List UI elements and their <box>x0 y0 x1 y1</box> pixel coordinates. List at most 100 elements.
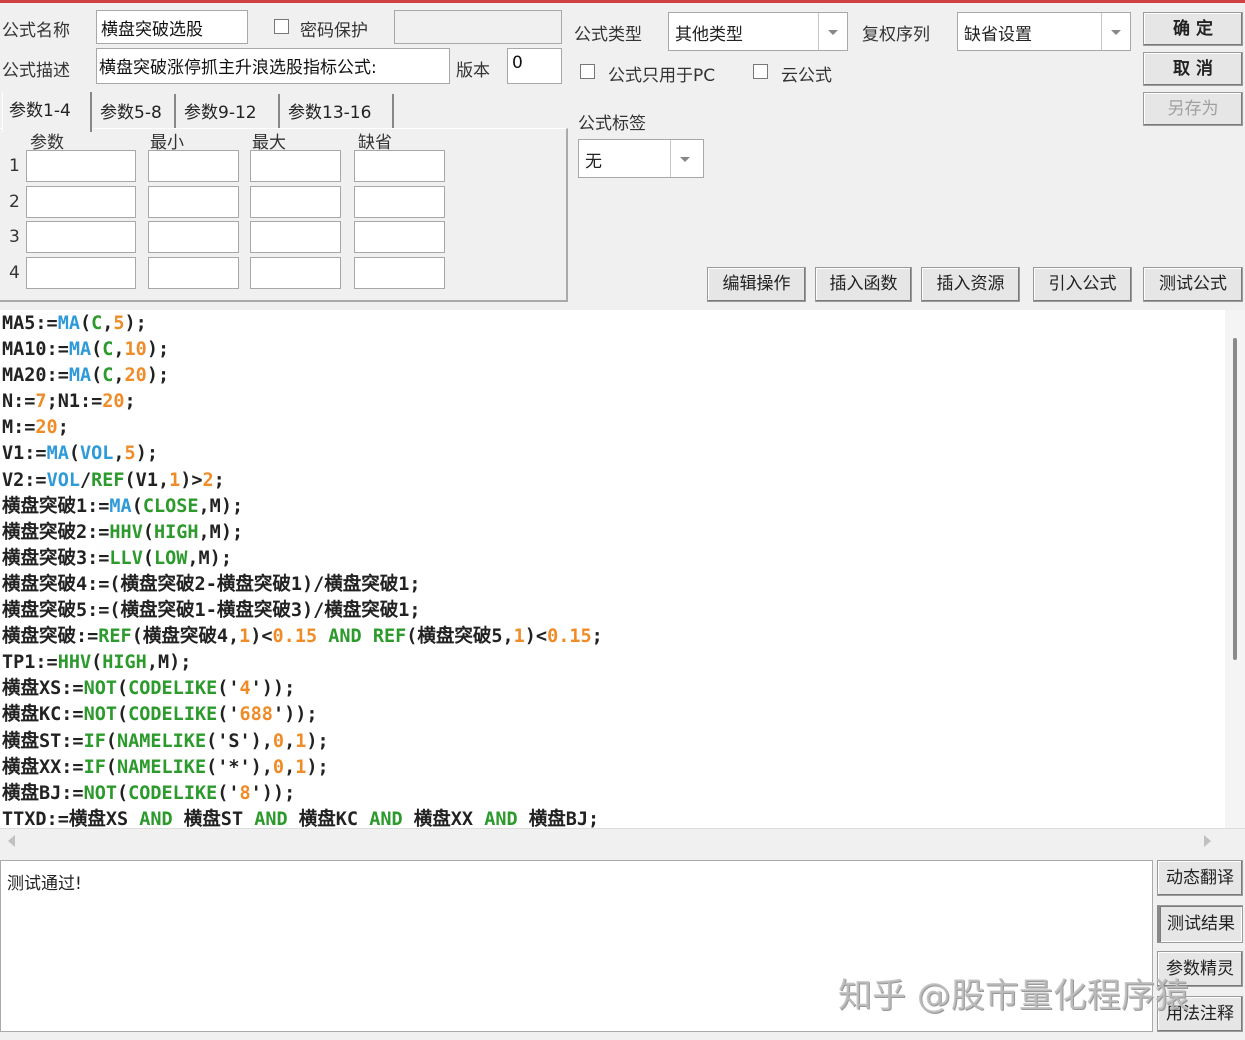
param-max-input-4[interactable] <box>250 256 341 289</box>
window-top-border <box>0 0 1245 3</box>
param-default-input-4[interactable] <box>354 256 445 289</box>
param-min-input-4[interactable] <box>148 256 239 289</box>
param-name-input-3[interactable] <box>26 221 136 253</box>
literal-token: 4 <box>239 678 251 700</box>
chevron-down-icon[interactable] <box>670 140 703 177</box>
chevron-down-icon[interactable] <box>1101 13 1130 50</box>
insert-resource-button[interactable]: 插入资源 <box>921 267 1020 302</box>
keyword-token: AND <box>328 626 362 648</box>
param-name-input-4[interactable] <box>26 256 136 289</box>
keyword-token: LOW <box>153 547 188 569</box>
code-line: 横盘KC:=NOT(CODELIKE('688')); <box>2 702 603 728</box>
text-token: , <box>284 756 296 778</box>
text-token: V1:= <box>2 443 47 465</box>
param-row-number: 3 <box>9 227 20 247</box>
code-line: 横盘突破3:=LLV(LOW,M); <box>2 546 603 572</box>
formula-name-input[interactable]: 横盘突破选股 <box>96 10 248 44</box>
test-formula-button[interactable]: 测试公式 <box>1143 267 1243 302</box>
text-token: ( <box>79 313 92 334</box>
text-token: 横盘BJ:= <box>2 782 84 804</box>
keyword-token: NOT <box>83 704 117 726</box>
literal-token: 1 <box>239 626 251 648</box>
chevron-down-icon[interactable] <box>818 13 847 50</box>
text-token: ,M); <box>198 495 244 517</box>
literal-token: 20 <box>124 365 147 387</box>
version-input[interactable]: 0 <box>507 48 562 84</box>
tab-params-1-4[interactable]: 参数1-4 <box>2 92 92 132</box>
formula-desc-input[interactable]: 横盘突破涨停抓主升浪选股指标公式: <box>96 48 450 84</box>
pc-only-label: 公式只用于PC <box>608 66 716 86</box>
code-text[interactable]: MA5:=MA(C,5); MA10:=MA(C,10); MA20:=MA(C,2… <box>2 311 603 828</box>
formula-tag-select[interactable]: 无 <box>578 139 704 178</box>
param-name-input-2[interactable] <box>26 185 136 218</box>
text-token: ( <box>105 730 117 752</box>
code-editor[interactable]: MA5:=MA(C,5); MA10:=MA(C,10); MA20:=MA(C,2… <box>0 310 1225 828</box>
keyword-token: AND <box>484 808 518 828</box>
scroll-left-arrow-icon[interactable] <box>8 835 15 847</box>
password-protect-checkbox[interactable] <box>274 19 289 34</box>
edit-operations-button[interactable]: 编辑操作 <box>707 267 806 302</box>
save-as-button[interactable]: 另存为 <box>1143 92 1243 126</box>
text-token: ); <box>146 365 170 387</box>
cloud-formula-checkbox[interactable] <box>753 64 768 79</box>
tab-params-9-12[interactable]: 参数9-12 <box>178 94 280 128</box>
formula-desc-value: 横盘突破涨停抓主升浪选股指标公式: <box>99 58 377 78</box>
text-token: ; <box>124 391 136 413</box>
param-default-input-1[interactable] <box>354 150 445 182</box>
function-token: MA <box>68 365 92 387</box>
pc-only-checkbox[interactable] <box>580 64 595 79</box>
param-max-input-2[interactable] <box>250 185 341 218</box>
param-min-input-1[interactable] <box>148 150 239 182</box>
password-input[interactable] <box>394 10 562 44</box>
code-line: MA20:=MA(C,20); <box>2 363 603 389</box>
function-token: VOL <box>46 469 80 491</box>
param-min-input-3[interactable] <box>148 221 239 253</box>
param-name-input-1[interactable] <box>26 150 136 182</box>
text-token: ( <box>68 443 80 465</box>
literal-token: 1 <box>295 730 307 752</box>
param-min-input-2[interactable] <box>148 185 239 218</box>
code-line: 横盘XS:=NOT(CODELIKE('4')); <box>2 676 603 702</box>
code-line: MA10:=MA(C,10); <box>2 337 603 363</box>
rights-series-select[interactable]: 缺省设置 <box>957 12 1131 51</box>
keyword-token: NAMELIKE <box>116 730 207 752</box>
text-token: ;N1:= <box>46 391 103 413</box>
param-row-number: 2 <box>9 191 20 212</box>
literal-token: 5 <box>124 443 136 465</box>
version-label: 版本 <box>456 61 490 81</box>
text-token: , <box>113 339 125 361</box>
cancel-button[interactable]: 取 消 <box>1143 52 1243 86</box>
keyword-token: HIGH <box>102 652 147 674</box>
scroll-right-arrow-icon[interactable] <box>1204 835 1211 847</box>
param-default-input-2[interactable] <box>354 185 445 218</box>
code-line: TP1:=HHV(HIGH,M); <box>2 650 603 676</box>
param-default-input-3[interactable] <box>354 221 445 253</box>
test-results-button[interactable]: 测试结果 <box>1157 905 1243 943</box>
param-max-input-3[interactable] <box>250 221 341 253</box>
literal-token: 8 <box>239 782 251 804</box>
formula-tag-value: 无 <box>585 152 602 172</box>
tab-params-5-8[interactable]: 参数5-8 <box>94 94 176 128</box>
formula-type-select[interactable]: 其他类型 <box>668 12 848 51</box>
import-formula-button[interactable]: 引入公式 <box>1033 267 1132 302</box>
dynamic-translate-button[interactable]: 动态翻译 <box>1157 860 1243 896</box>
insert-function-button[interactable]: 插入函数 <box>815 267 912 302</box>
text-token: ); <box>146 339 170 361</box>
tab-params-13-16[interactable]: 参数13-16 <box>282 94 394 128</box>
text-token: (横盘突破5, <box>406 626 514 648</box>
vertical-scrollbar-thumb[interactable] <box>1233 338 1237 660</box>
param-max-input-1[interactable] <box>250 150 341 182</box>
text-token: ( <box>142 547 154 569</box>
literal-token: 0 <box>272 730 285 752</box>
ok-button[interactable]: 确 定 <box>1143 12 1243 46</box>
keyword-token: C <box>102 365 114 387</box>
text-token: ); <box>135 443 158 465</box>
keyword-token: AND <box>139 808 173 828</box>
horizontal-scrollbar[interactable] <box>0 828 1245 853</box>
text-token: 横盘BJ; <box>517 808 600 828</box>
text-token: ( <box>105 756 117 778</box>
text-token: MA10:= <box>2 339 69 361</box>
keyword-token: CODELIKE <box>128 678 218 700</box>
